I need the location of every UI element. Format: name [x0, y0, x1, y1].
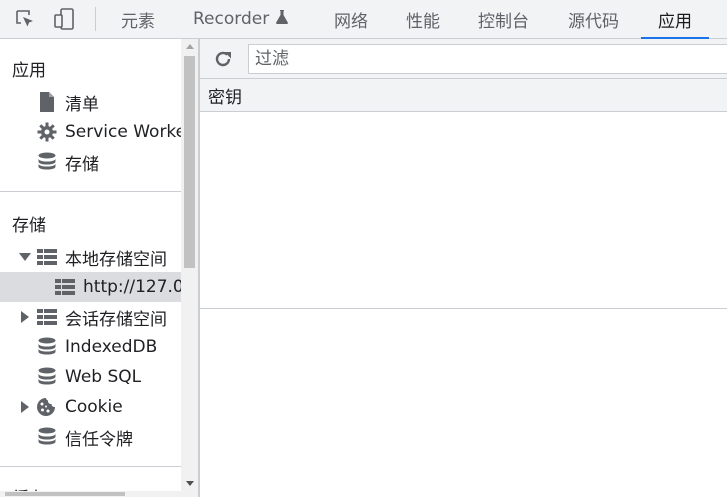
sidebar-divider	[0, 466, 181, 467]
sidebar-vertical-scrollbar[interactable]	[181, 39, 198, 497]
database-icon	[37, 367, 57, 387]
sidebar-item-cookies[interactable]: Cookie	[0, 392, 181, 422]
collapsed-arrow-icon[interactable]	[19, 311, 31, 323]
database-icon	[37, 427, 57, 447]
tab-performance[interactable]: 性能	[406, 0, 440, 38]
document-icon	[37, 92, 57, 112]
sidebar-item-label: http://127.0.0.1	[83, 277, 181, 297]
sidebar-item-label: 清单	[65, 94, 99, 115]
inspect-element-icon[interactable]	[13, 7, 37, 31]
database-icon	[37, 152, 57, 172]
tab-label: 网络	[334, 11, 368, 32]
scrollbar-thumb[interactable]	[5, 492, 125, 496]
grid-icon	[37, 307, 57, 327]
storage-table-body	[200, 112, 727, 308]
tab-label: 性能	[406, 11, 440, 32]
sidebar-heading-storage: 存储	[12, 216, 46, 236]
sidebar-item-service-workers[interactable]: Service Workers	[0, 117, 181, 147]
sidebar-item-label: Service Workers	[65, 122, 181, 142]
tab-recorder[interactable]: Recorder	[193, 0, 289, 38]
collapsed-arrow-icon[interactable]	[19, 401, 31, 413]
scrollbar-thumb[interactable]	[184, 56, 195, 268]
sidebar-item-label: 存储	[65, 154, 99, 175]
flask-icon	[276, 9, 289, 29]
panel-splitter[interactable]	[200, 308, 727, 309]
database-icon	[37, 337, 57, 357]
sidebar-item-session-storage[interactable]: 会话存储空间	[0, 302, 181, 332]
tab-label: 控制台	[478, 11, 529, 32]
storage-toolbar	[200, 39, 727, 79]
sidebar-item-label: 会话存储空间	[65, 309, 167, 330]
sidebar-item-app-storage[interactable]: 存储	[0, 147, 181, 177]
column-header-key[interactable]: 密钥	[208, 83, 242, 108]
refresh-icon[interactable]	[212, 48, 234, 70]
tab-label: Recorder	[193, 9, 270, 29]
sidebar-item-label: 信任令牌	[65, 429, 133, 450]
devtools-tabbar: 元素 Recorder 网络 性能 控制台 源代码 应用	[0, 0, 727, 39]
grid-icon	[55, 277, 75, 297]
sidebar-item-label: Web SQL	[65, 367, 142, 387]
sidebar-horizontal-scrollbar[interactable]	[0, 491, 181, 497]
filter-input[interactable]	[248, 44, 727, 74]
sidebar-item-web-sql[interactable]: Web SQL	[0, 362, 181, 392]
grid-icon	[37, 247, 57, 267]
tab-network[interactable]: 网络	[334, 0, 368, 38]
tab-console[interactable]: 控制台	[478, 0, 529, 38]
scroll-up-arrow-icon[interactable]	[181, 39, 198, 53]
sidebar-item-manifest[interactable]: 清单	[0, 87, 181, 117]
tab-label: 应用	[658, 11, 692, 32]
sidebar-item-indexeddb[interactable]: IndexedDB	[0, 332, 181, 362]
sidebar-heading-application: 应用	[12, 61, 46, 81]
tab-application[interactable]: 应用	[641, 0, 709, 39]
cookie-icon	[36, 397, 56, 417]
sidebar-divider	[0, 191, 181, 192]
sidebar-item-label: Cookie	[65, 397, 123, 417]
scroll-down-arrow-icon[interactable]	[181, 476, 198, 490]
sidebar-item-local-storage-origin[interactable]: http://127.0.0.1	[0, 272, 181, 302]
sidebar-item-label: IndexedDB	[65, 337, 158, 357]
toolbar-separator	[95, 7, 96, 31]
gear-icon	[37, 122, 57, 142]
local-storage-panel: 密钥	[200, 39, 727, 497]
table-header: 密钥	[200, 79, 727, 112]
sidebar-item-trust-tokens[interactable]: 信任令牌	[0, 422, 181, 452]
application-sidebar: 应用 清单 Service Workers	[0, 39, 199, 497]
tab-label: 元素	[121, 11, 155, 32]
tab-elements[interactable]: 元素	[121, 0, 155, 38]
expanded-arrow-icon[interactable]	[19, 251, 31, 263]
device-toolbar-icon[interactable]	[53, 7, 77, 31]
sidebar-item-local-storage[interactable]: 本地存储空间	[0, 242, 181, 272]
sidebar-item-label: 本地存储空间	[65, 249, 167, 270]
tab-sources[interactable]: 源代码	[568, 0, 619, 38]
tab-label: 源代码	[568, 11, 619, 32]
